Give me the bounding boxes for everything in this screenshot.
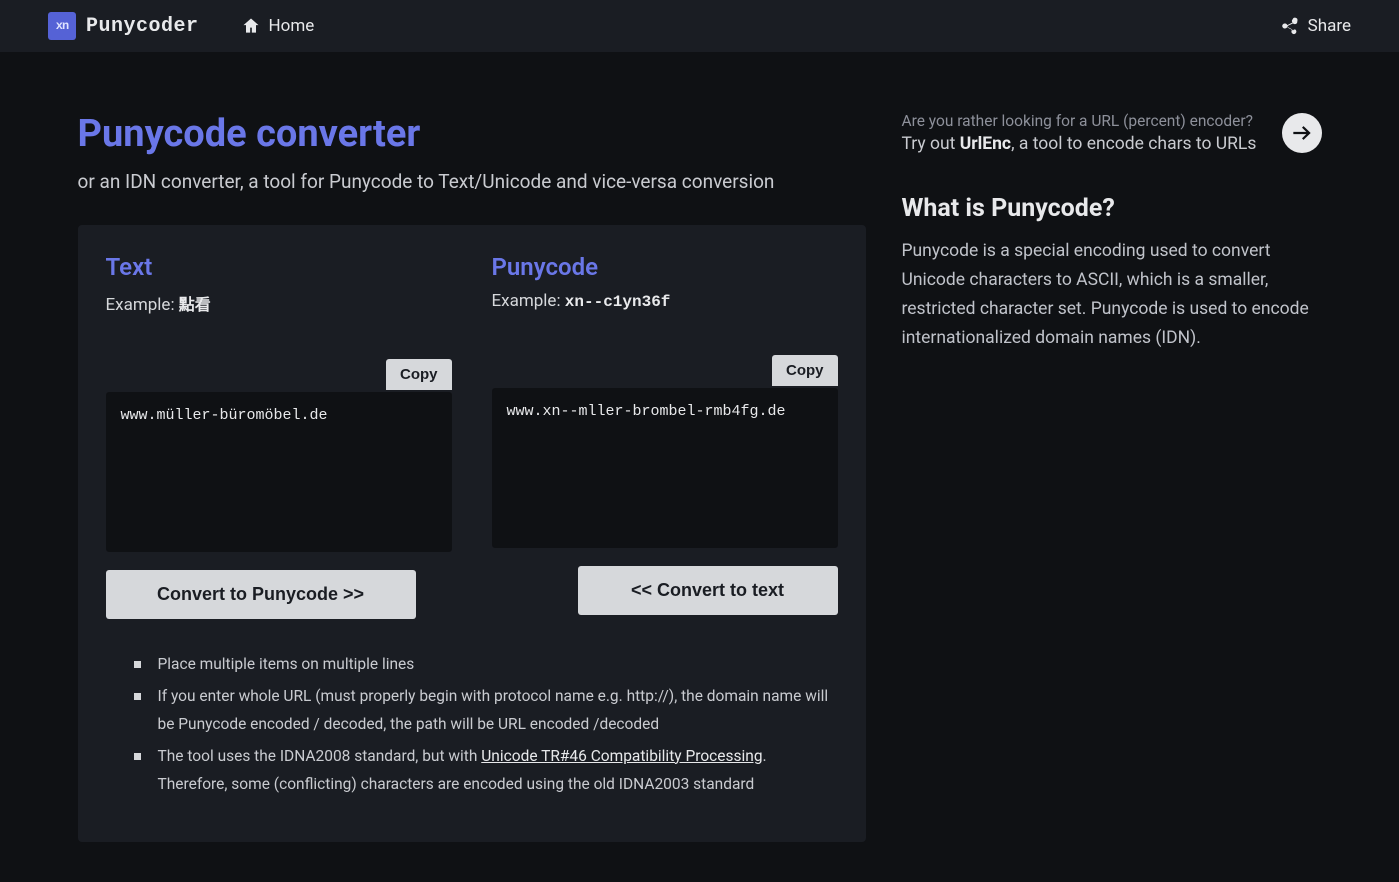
convert-to-punycode-button[interactable]: Convert to Punycode >>	[106, 570, 416, 619]
promo-bold: UrlEnc	[960, 134, 1011, 154]
note-text: If you enter whole URL (must properly be…	[158, 687, 829, 733]
aside-body: Punycode is a special encoding used to c…	[902, 237, 1322, 353]
punycode-input[interactable]	[492, 388, 838, 548]
promo-question: Are you rather looking for a URL (percen…	[902, 112, 1262, 130]
text-column-title: Text	[106, 253, 452, 281]
punycode-example-prefix: Example:	[492, 291, 565, 311]
promo-line: Try out UrlEnc, a tool to encode chars t…	[902, 134, 1262, 154]
text-example-value: 點看	[179, 297, 211, 315]
nav-home-link[interactable]: Home	[241, 16, 315, 36]
converter-panel: Text Example: 點看 Copy Convert to Punycod…	[78, 225, 866, 842]
text-column: Text Example: 點看 Copy Convert to Punycod…	[106, 253, 452, 619]
text-example-prefix: Example:	[106, 295, 179, 315]
page-subtitle: or an IDN converter, a tool for Punycode…	[78, 170, 866, 193]
urlenc-arrow-button[interactable]	[1282, 113, 1322, 153]
punycode-example: Example: xn--c1yn36f	[492, 291, 838, 311]
text-example: Example: 點看	[106, 291, 452, 315]
navbar: xn Punycoder Home Share	[0, 0, 1399, 52]
notes-list: Place multiple items on multiple lines I…	[106, 651, 838, 798]
nav-share-label: Share	[1308, 16, 1351, 36]
text-copy-row: Copy	[106, 359, 452, 390]
converter-columns: Text Example: 點看 Copy Convert to Punycod…	[106, 253, 838, 619]
page-container: Punycode converter or an IDN converter, …	[30, 52, 1370, 882]
nav-left: xn Punycoder Home	[48, 12, 314, 40]
brand-name: Punycoder	[86, 15, 199, 38]
home-icon	[241, 16, 261, 36]
note-text: Place multiple items on multiple lines	[158, 655, 415, 673]
copy-punycode-button[interactable]: Copy	[772, 355, 838, 386]
urlenc-promo: Are you rather looking for a URL (percen…	[902, 112, 1322, 154]
punycode-copy-row: Copy	[492, 355, 838, 386]
punycode-example-value: xn--c1yn36f	[565, 293, 671, 311]
copy-text-button[interactable]: Copy	[386, 359, 452, 390]
aside-title: What is Punycode?	[902, 194, 1322, 223]
page-title: Punycode converter	[78, 112, 866, 156]
note-item: Place multiple items on multiple lines	[114, 651, 838, 679]
main-column: Punycode converter or an IDN converter, …	[78, 112, 866, 842]
convert-to-text-button[interactable]: << Convert to text	[578, 566, 838, 615]
nav-share-link[interactable]: Share	[1280, 16, 1351, 36]
promo-line-b: , a tool to encode chars to URLs	[1011, 134, 1256, 154]
text-input[interactable]	[106, 392, 452, 552]
promo-line-a: Try out	[902, 134, 960, 154]
promo-text: Are you rather looking for a URL (percen…	[902, 112, 1262, 154]
nav-home-label: Home	[269, 16, 315, 36]
punycode-column: Punycode Example: xn--c1yn36f Copy << Co…	[492, 253, 838, 619]
share-icon	[1280, 16, 1300, 36]
note-text: The tool uses the IDNA2008 standard, but…	[158, 747, 482, 765]
note-item: The tool uses the IDNA2008 standard, but…	[114, 743, 838, 799]
unicode-tr46-link[interactable]: Unicode TR#46 Compatibility Processing	[481, 747, 762, 765]
brand-logo-icon: xn	[48, 12, 76, 40]
punycode-column-title: Punycode	[492, 253, 838, 281]
side-column: Are you rather looking for a URL (percen…	[902, 112, 1322, 353]
arrow-right-icon	[1289, 120, 1315, 146]
brand[interactable]: xn Punycoder	[48, 12, 199, 40]
note-item: If you enter whole URL (must properly be…	[114, 683, 838, 739]
